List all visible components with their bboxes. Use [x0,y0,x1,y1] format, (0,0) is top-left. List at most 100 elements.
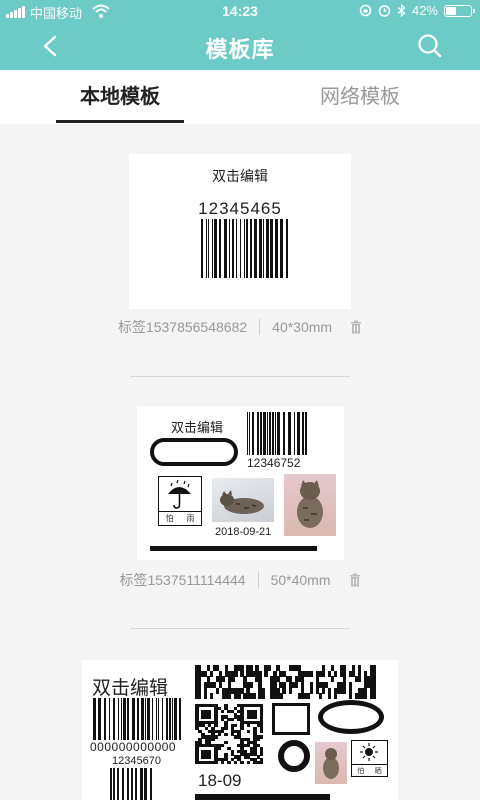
barcode-bar [93,698,96,740]
barcode-bar [131,768,133,800]
pdf417-module [264,670,268,677]
pdf417-module [234,670,238,677]
status-right: 42% [359,3,475,18]
pdf417-module [288,687,292,694]
template-card[interactable]: 双击编辑 000000000000 12345670 怕 晒 18-09 [82,660,398,800]
date-text: 2018-09-21 [215,526,272,538]
pdf417-module [249,682,253,688]
pdf417-module [357,676,362,683]
cat-photo [212,478,274,522]
template-text: 双击编辑 [92,678,169,699]
barcode-bar [259,219,262,278]
pdf417-module [198,693,202,699]
cat-photo [315,742,347,784]
qr-module [224,732,228,736]
barcode-bar [158,698,159,740]
barcode-bar [135,768,137,800]
pdf417-module [222,676,226,683]
barcode-number: 12345465 [198,199,282,218]
barcode-bar [270,219,273,278]
barcode-bar [122,768,124,800]
barcode-bar [219,219,221,278]
template-size: 50*40mm [270,572,331,588]
pdf417-module [252,693,256,699]
barcode-bar [113,768,115,800]
qr-code [195,704,264,765]
qr-module [240,761,244,765]
pdf417-module [210,670,214,677]
circle-shape [278,740,310,772]
barcode-bar [144,768,147,800]
qr-module [220,761,225,765]
barcode-number: 000000000000 [90,740,177,754]
template-meta: 标签1537511114444 50*40mm [0,570,480,590]
battery-icon [444,4,475,17]
qr-module [224,741,228,745]
barcode-bar [109,698,110,740]
barcode-bar [263,219,264,278]
qr-module [224,726,228,730]
barcode-bar [137,698,139,740]
list-divider [130,376,350,377]
qr-module [227,761,231,765]
barcode-bar [269,412,271,455]
barcode-bar [156,698,157,740]
barcode-bar [240,219,241,278]
trash-icon[interactable] [349,573,361,587]
barcode-bar [113,698,115,740]
barcode-bar [275,219,278,278]
umbrella-icon [168,479,191,509]
barcode-bar [118,698,119,740]
template-meta: 标签1537856548682 40*30mm [0,317,480,337]
barcode-bar [249,412,250,455]
status-bar: 中国移动 14:23 42% [0,0,480,22]
barcode-bar [150,768,152,800]
template-tabs: 本地模板 网络模板 [0,70,480,124]
rotation-lock-icon [359,4,372,17]
pdf417-module [237,693,241,699]
battery-percent: 42% [411,3,438,18]
barcode-bar [214,219,217,278]
barcode-bar [127,768,129,800]
qr-module [259,752,264,756]
qr-module [233,761,238,765]
barcode [110,768,154,800]
tab-online-templates[interactable]: 网络模板 [260,70,460,124]
barcode-bar [206,219,207,278]
pdf417-module [216,687,220,694]
pdf417-module [261,693,265,699]
barcode-bar [110,768,112,800]
pdf417-module [363,693,368,699]
template-card[interactable]: 双击编辑 12345465 [129,154,351,309]
search-icon [418,34,442,58]
qr-module [259,729,264,733]
barcode-bar [172,698,173,740]
barcode-bar [169,698,171,740]
keep-dry-symbol: 怕 雨 [158,476,202,526]
pdf417-module [231,676,235,683]
barcode-bar [98,698,101,740]
navbar: 模板库 [0,22,480,70]
active-tab-indicator [56,120,184,123]
barcode-bar [302,412,304,455]
barcode-bar [224,219,227,278]
pdf417-module [330,676,335,683]
pdf417-module [210,693,214,699]
ellipse-shape [318,700,384,734]
barcode-bar [263,412,266,455]
app-header: 中国移动 14:23 42% 模板库 [0,0,480,70]
tab-local-templates[interactable]: 本地模板 [20,70,220,124]
barcode-bar [286,219,288,278]
symbol-caption: 晒 [374,767,382,775]
barcode-bar [152,698,153,740]
barcode-bar [140,768,143,800]
qr-module [233,724,238,728]
barcode-bar [288,412,291,455]
list-divider [130,628,350,629]
pdf417-module [372,693,376,699]
pdf417-module [204,693,208,699]
qr-module [253,715,257,719]
trash-icon[interactable] [350,320,362,334]
search-button[interactable] [414,30,446,62]
template-card[interactable]: 双击编辑 12346752 怕 雨 2018-09-21 [137,406,344,560]
